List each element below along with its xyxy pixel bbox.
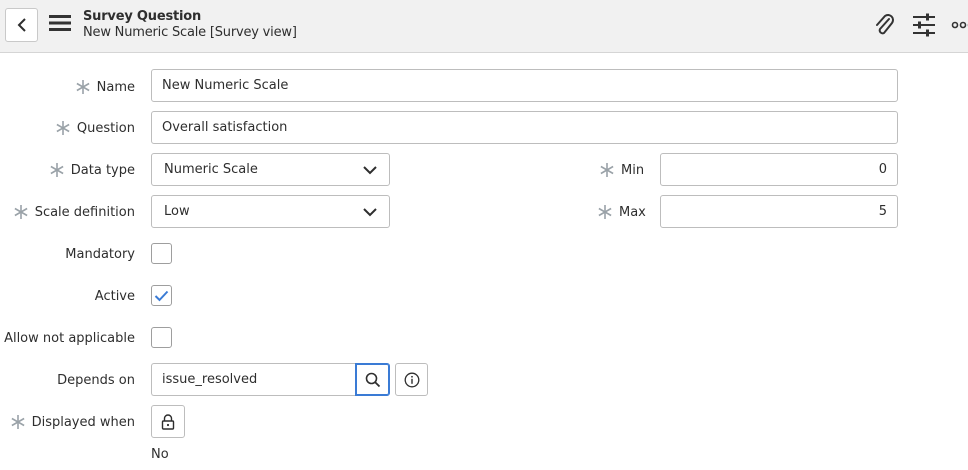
chevron-down-icon [363, 165, 377, 174]
form-header: Survey Question New Numeric Scale [Surve… [0, 0, 968, 53]
required-asterisk-icon [600, 163, 614, 177]
required-asterisk-icon [50, 163, 64, 177]
title-block: Survey Question New Numeric Scale [Surve… [83, 9, 297, 40]
info-button[interactable] [395, 363, 428, 396]
min-field[interactable]: 0 [660, 153, 898, 186]
more-options-icon[interactable] [950, 12, 968, 38]
lookup-button[interactable] [355, 363, 390, 396]
required-asterisk-icon [598, 205, 612, 219]
question-label: Question [56, 111, 135, 145]
name-label: Name [76, 70, 135, 104]
scale-definition-label: Scale definition [14, 195, 135, 229]
back-button[interactable] [5, 8, 38, 42]
max-field[interactable]: 5 [660, 195, 898, 228]
allow-not-applicable-label: Allow not applicable [4, 330, 135, 346]
required-asterisk-icon [14, 205, 28, 219]
required-asterisk-icon [56, 121, 70, 135]
allow-not-applicable-checkbox[interactable] [151, 327, 172, 348]
question-field[interactable]: Overall satisfaction [151, 111, 898, 144]
chevron-down-icon [363, 207, 377, 216]
required-asterisk-icon [11, 415, 25, 429]
active-checkbox[interactable] [151, 285, 172, 306]
max-label: Max [598, 195, 646, 229]
chevron-left-icon [17, 18, 26, 32]
search-icon [365, 372, 380, 387]
lock-icon [161, 413, 175, 430]
checkmark-icon [154, 290, 169, 301]
required-asterisk-icon [76, 80, 90, 94]
paperclip-icon[interactable] [871, 12, 897, 38]
mandatory-label: Mandatory [65, 246, 135, 262]
data-type-label: Data type [50, 153, 135, 187]
displayed-when-label: Displayed when [11, 405, 135, 439]
settings-sliders-icon[interactable] [911, 12, 937, 38]
unlock-button[interactable] [151, 405, 185, 438]
data-type-select[interactable]: Numeric Scale [151, 153, 390, 186]
mandatory-checkbox[interactable] [151, 243, 172, 264]
displayed-when-value: No [151, 447, 169, 462]
hamburger-menu-icon[interactable] [49, 12, 71, 34]
info-icon [404, 372, 419, 387]
page-title: Survey Question [83, 9, 202, 24]
scale-definition-select[interactable]: Low [151, 195, 390, 228]
min-label: Min [600, 153, 644, 187]
page-subtitle: New Numeric Scale [Survey view] [83, 25, 297, 40]
name-field[interactable]: New Numeric Scale [151, 69, 898, 102]
active-label: Active [94, 288, 135, 304]
depends-on-label: Depends on [57, 372, 135, 388]
depends-on-field[interactable]: issue_resolved [151, 363, 357, 396]
